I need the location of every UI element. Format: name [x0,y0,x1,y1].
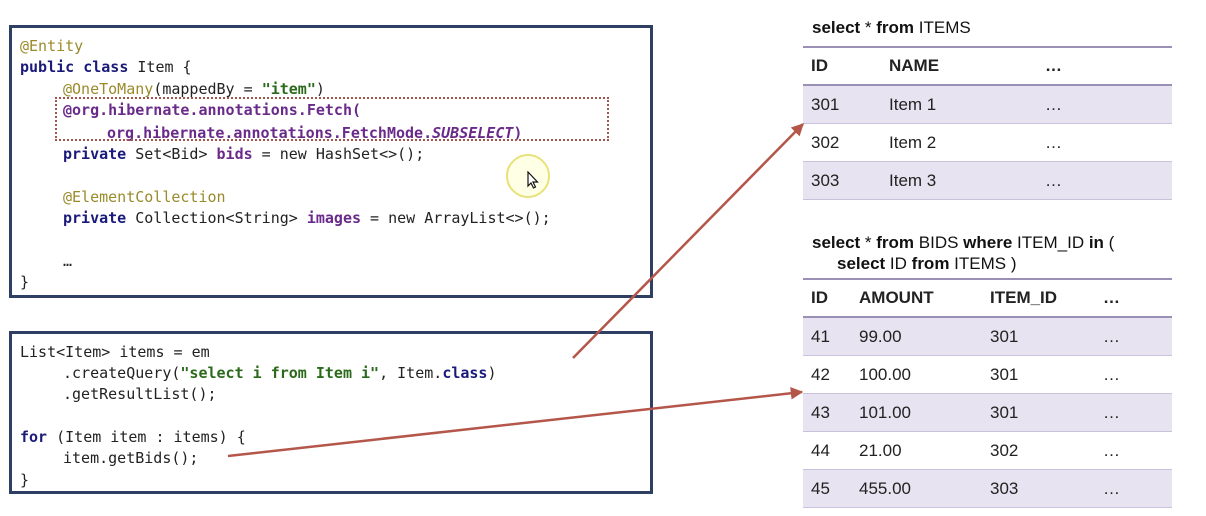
arrow-query-to-items [572,123,804,359]
arrow-getbids-to-bids [227,387,804,458]
connector-arrows [227,123,804,458]
